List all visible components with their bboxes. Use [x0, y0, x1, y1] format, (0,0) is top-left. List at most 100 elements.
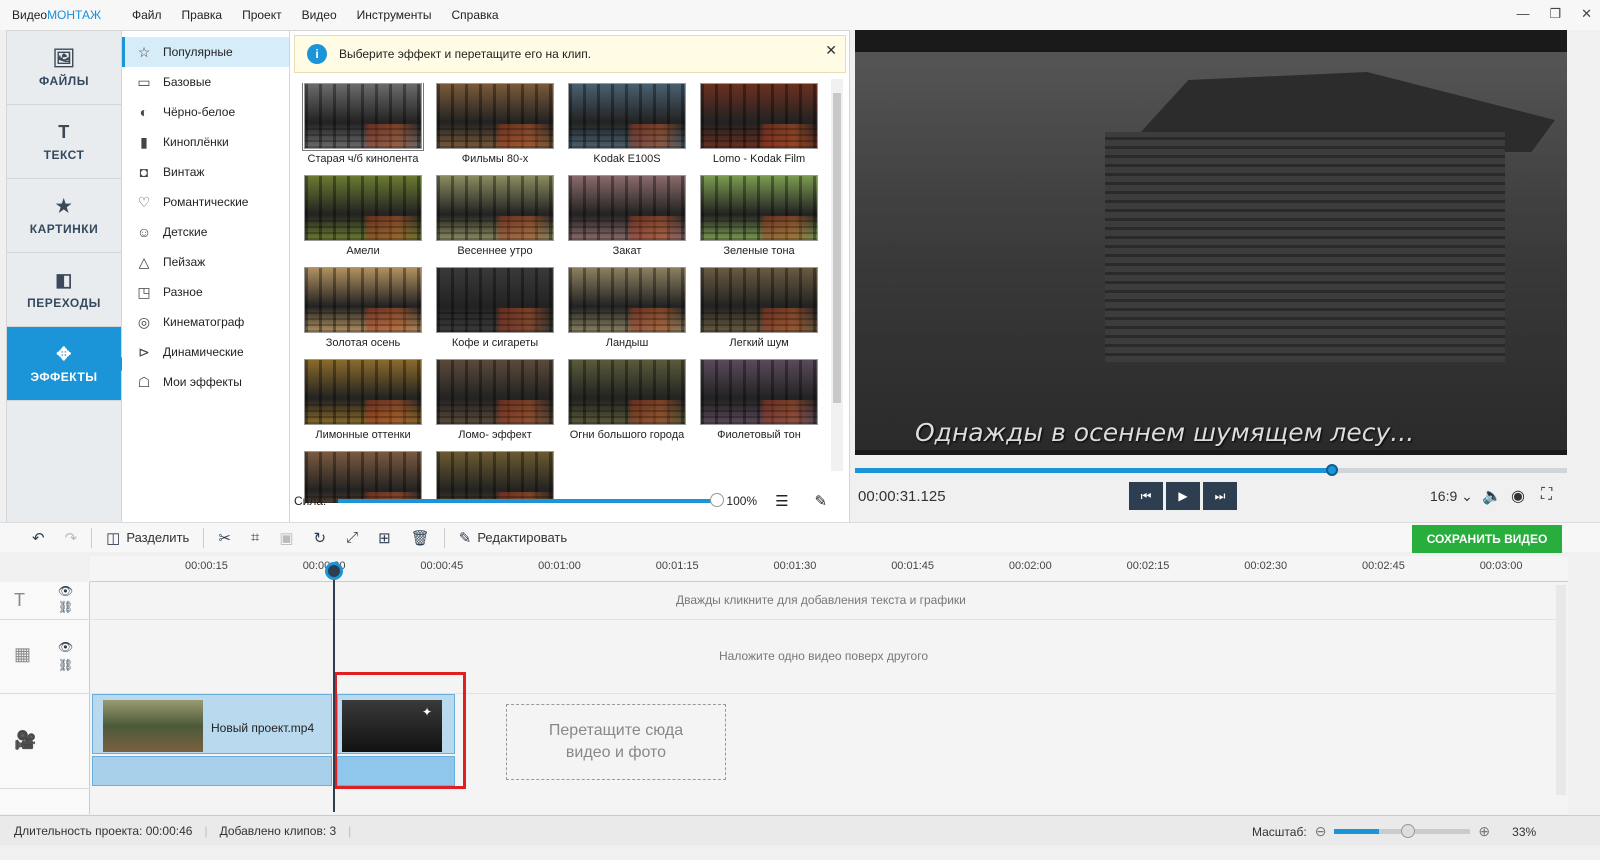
- visibility-icon[interactable]: 👁: [58, 584, 73, 598]
- category-label: Винтаж: [163, 165, 205, 179]
- effect-tile[interactable]: Амели: [302, 175, 424, 267]
- cut-icon[interactable]: ✂: [208, 529, 241, 547]
- effects-scrollbar[interactable]: [831, 79, 843, 471]
- undo-icon[interactable]: ↶: [22, 529, 55, 547]
- sidebar-item-label: ФАЙЛЫ: [39, 73, 89, 88]
- effect-tile[interactable]: Зеленые тона: [698, 175, 820, 267]
- redo-icon[interactable]: ↷: [55, 529, 88, 547]
- clip-audio[interactable]: [92, 756, 332, 786]
- adjust-icon[interactable]: ☰: [775, 492, 788, 510]
- link-icon[interactable]: ⛓: [58, 658, 73, 672]
- effect-tile[interactable]: Весеннее утро: [434, 175, 556, 267]
- zoom-in-icon[interactable]: ⊕: [1478, 823, 1490, 840]
- split-button[interactable]: ◫ Разделить: [96, 529, 199, 547]
- playback-progress[interactable]: [855, 464, 1567, 476]
- rotate-icon[interactable]: ↻: [304, 529, 337, 547]
- brush-icon[interactable]: ✎: [815, 492, 828, 510]
- effect-tile[interactable]: Ландыш: [566, 267, 688, 359]
- effect-tile[interactable]: Lomo - Kodak Film: [698, 83, 820, 175]
- sidebar-item-0[interactable]: 🖼 ФАЙЛЫ: [7, 31, 121, 105]
- clips-count: Добавлено клипов: 3: [219, 823, 337, 838]
- sidebar-item-4[interactable]: ✥ ЭФФЕКТЫ: [7, 327, 129, 401]
- next-frame-button[interactable]: ⏭: [1203, 482, 1237, 510]
- category-item[interactable]: ⊳ Динамические: [122, 337, 289, 367]
- close-icon[interactable]: ✕: [1581, 6, 1592, 22]
- playback-knob[interactable]: [1326, 464, 1339, 476]
- dropzone[interactable]: Перетащите сюда видео и фото: [506, 704, 726, 780]
- maximize-icon[interactable]: ❐: [1549, 6, 1561, 22]
- playhead-knob[interactable]: [325, 562, 343, 580]
- category-item[interactable]: ◘ Винтаж: [122, 157, 289, 187]
- effect-tile[interactable]: Закат: [566, 175, 688, 267]
- effect-tile[interactable]: Огни большого города: [566, 359, 688, 451]
- edit-button[interactable]: ✎ Редактировать: [449, 529, 577, 547]
- category-label: Динамические: [163, 345, 244, 359]
- video-clip[interactable]: Новый проект.mp4: [92, 694, 332, 754]
- user-icon: ☖: [137, 373, 151, 390]
- effect-tile[interactable]: Старая ч/б кинолента: [302, 83, 424, 175]
- menu-item[interactable]: Видео: [292, 8, 347, 22]
- crop-icon[interactable]: ⌗: [241, 529, 269, 546]
- effect-thumbnail: [568, 175, 686, 241]
- snapshot-icon[interactable]: ◉: [1511, 486, 1525, 506]
- aspect-ratio-select[interactable]: 16:9 ⌄: [1430, 488, 1473, 505]
- category-item[interactable]: ▭ Базовые: [122, 67, 289, 97]
- menu-item[interactable]: Файл: [122, 8, 172, 22]
- category-item[interactable]: ▮ Киноплёнки: [122, 127, 289, 157]
- category-item[interactable]: ☖ Мои эффекты: [122, 367, 289, 397]
- timeline-scrollbar[interactable]: [1556, 585, 1566, 795]
- menu-item[interactable]: Правка: [172, 8, 233, 22]
- category-item[interactable]: ◐ Чёрно-белое: [122, 97, 289, 127]
- ruler-tick: 00:03:00: [1479, 560, 1523, 572]
- effect-label: Огни большого города: [569, 429, 685, 441]
- strength-slider-knob[interactable]: [710, 493, 725, 507]
- effect-tile[interactable]: Фиолетовый тон: [698, 359, 820, 451]
- playhead[interactable]: [333, 562, 335, 812]
- fullscreen-icon[interactable]: ⛶: [1541, 486, 1552, 504]
- category-item[interactable]: ♡ Романтические: [122, 187, 289, 217]
- effect-tile[interactable]: Лимонные оттенки: [302, 359, 424, 451]
- category-item[interactable]: ◳ Разное: [122, 277, 289, 307]
- prev-frame-button[interactable]: ⏮: [1129, 482, 1163, 510]
- menu-item[interactable]: Справка: [441, 8, 508, 22]
- effect-tile[interactable]: Кофе и сигареты: [434, 267, 556, 359]
- visibility-icon[interactable]: 👁: [58, 640, 73, 654]
- effect-tile[interactable]: Золотая осень: [302, 267, 424, 359]
- sidebar-item-2[interactable]: ★ КАРТИНКИ: [7, 179, 121, 253]
- time-ruler[interactable]: 00:00:15 00:00:30 00:00:45 00:01:00 00:01:15…: [90, 556, 1568, 582]
- effect-tile[interactable]: Фильмы 80-х: [434, 83, 556, 175]
- menu-item[interactable]: Инструменты: [347, 8, 442, 22]
- save-video-button[interactable]: СОХРАНИТЬ ВИДЕО: [1412, 525, 1562, 553]
- strength-slider[interactable]: [338, 493, 725, 507]
- play-button[interactable]: ▶: [1166, 482, 1200, 510]
- volume-icon[interactable]: 🔈: [1482, 486, 1502, 506]
- category-item[interactable]: ☺ Детские: [122, 217, 289, 247]
- sidebar-item-3[interactable]: ◧ ПЕРЕХОДЫ: [7, 253, 121, 327]
- menu-item[interactable]: Проект: [232, 8, 292, 22]
- effect-tile[interactable]: Легкий шум: [698, 267, 820, 359]
- effect-label: Фильмы 80-х: [461, 153, 529, 165]
- effect-label: Фиолетовый тон: [717, 429, 801, 441]
- add-clip-icon[interactable]: ⊞: [368, 529, 401, 547]
- frame-icon[interactable]: ▣: [269, 529, 303, 547]
- effect-tile[interactable]: Ломо- эффект: [434, 359, 556, 451]
- category-item[interactable]: ☆ Популярные: [122, 37, 289, 67]
- resize-icon[interactable]: ⤢: [336, 529, 368, 546]
- video-track-icon: ▦: [14, 644, 32, 664]
- sidebar-item-1[interactable]: T ТЕКСТ: [7, 105, 121, 179]
- film-icon: ▮: [140, 133, 148, 150]
- category-item[interactable]: ◎ Кинематограф: [122, 307, 289, 337]
- camera-icon: ◘: [139, 164, 149, 180]
- category-item[interactable]: △ Пейзаж: [122, 247, 289, 277]
- effect-label: Легкий шум: [729, 337, 789, 349]
- effect-tile[interactable]: Kodak E100S: [566, 83, 688, 175]
- minimize-icon[interactable]: —: [1516, 6, 1529, 22]
- zoom-out-icon[interactable]: ⊖: [1315, 823, 1327, 840]
- delete-icon[interactable]: 🗑: [401, 529, 440, 547]
- effect-label: Амели: [346, 245, 380, 257]
- close-banner-icon[interactable]: ✕: [825, 42, 837, 59]
- video-preview[interactable]: Однажды в осеннем шумящем лесу...: [855, 30, 1567, 455]
- zoom-slider[interactable]: [1334, 824, 1471, 838]
- link-icon[interactable]: ⛓: [58, 600, 73, 614]
- effect-thumbnail: [568, 267, 686, 333]
